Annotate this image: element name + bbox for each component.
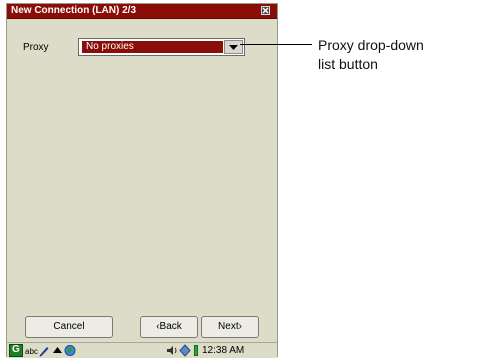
battery-icon[interactable]	[194, 345, 198, 356]
start-icon[interactable]: G	[9, 344, 23, 357]
next-button[interactable]: Next›	[201, 316, 259, 338]
callout-leader-line	[240, 44, 312, 45]
start-glyph: G	[12, 344, 20, 355]
window-title: New Connection (LAN) 2/3	[11, 5, 137, 16]
callout-line-1: Proxy drop-down	[318, 37, 424, 53]
network-icon[interactable]	[179, 344, 191, 357]
clock[interactable]: 12:38 AM	[202, 344, 244, 357]
up-arrow-icon[interactable]	[53, 344, 62, 357]
proxy-selected-value: No proxies	[82, 41, 223, 53]
callout-line-2: list button	[318, 56, 378, 72]
globe-icon[interactable]	[64, 344, 76, 357]
proxy-label: Proxy	[23, 42, 49, 53]
proxy-dropdown[interactable]: No proxies	[78, 38, 245, 56]
proxy-dropdown-button[interactable]	[224, 40, 243, 54]
taskbar: G abc 12:38 AM	[7, 342, 277, 358]
pen-icon[interactable]	[38, 344, 50, 357]
input-mode-indicator[interactable]: abc	[25, 347, 38, 360]
close-icon[interactable]	[261, 6, 270, 15]
callout-label: Proxy drop-down list button	[318, 36, 484, 74]
chevron-down-icon	[229, 45, 238, 50]
title-bar: New Connection (LAN) 2/3	[7, 4, 277, 19]
device-screen: New Connection (LAN) 2/3 Proxy No proxie…	[6, 3, 278, 358]
back-button[interactable]: ‹Back	[140, 316, 198, 338]
speaker-icon[interactable]	[166, 344, 178, 357]
cancel-button[interactable]: Cancel	[25, 316, 113, 338]
